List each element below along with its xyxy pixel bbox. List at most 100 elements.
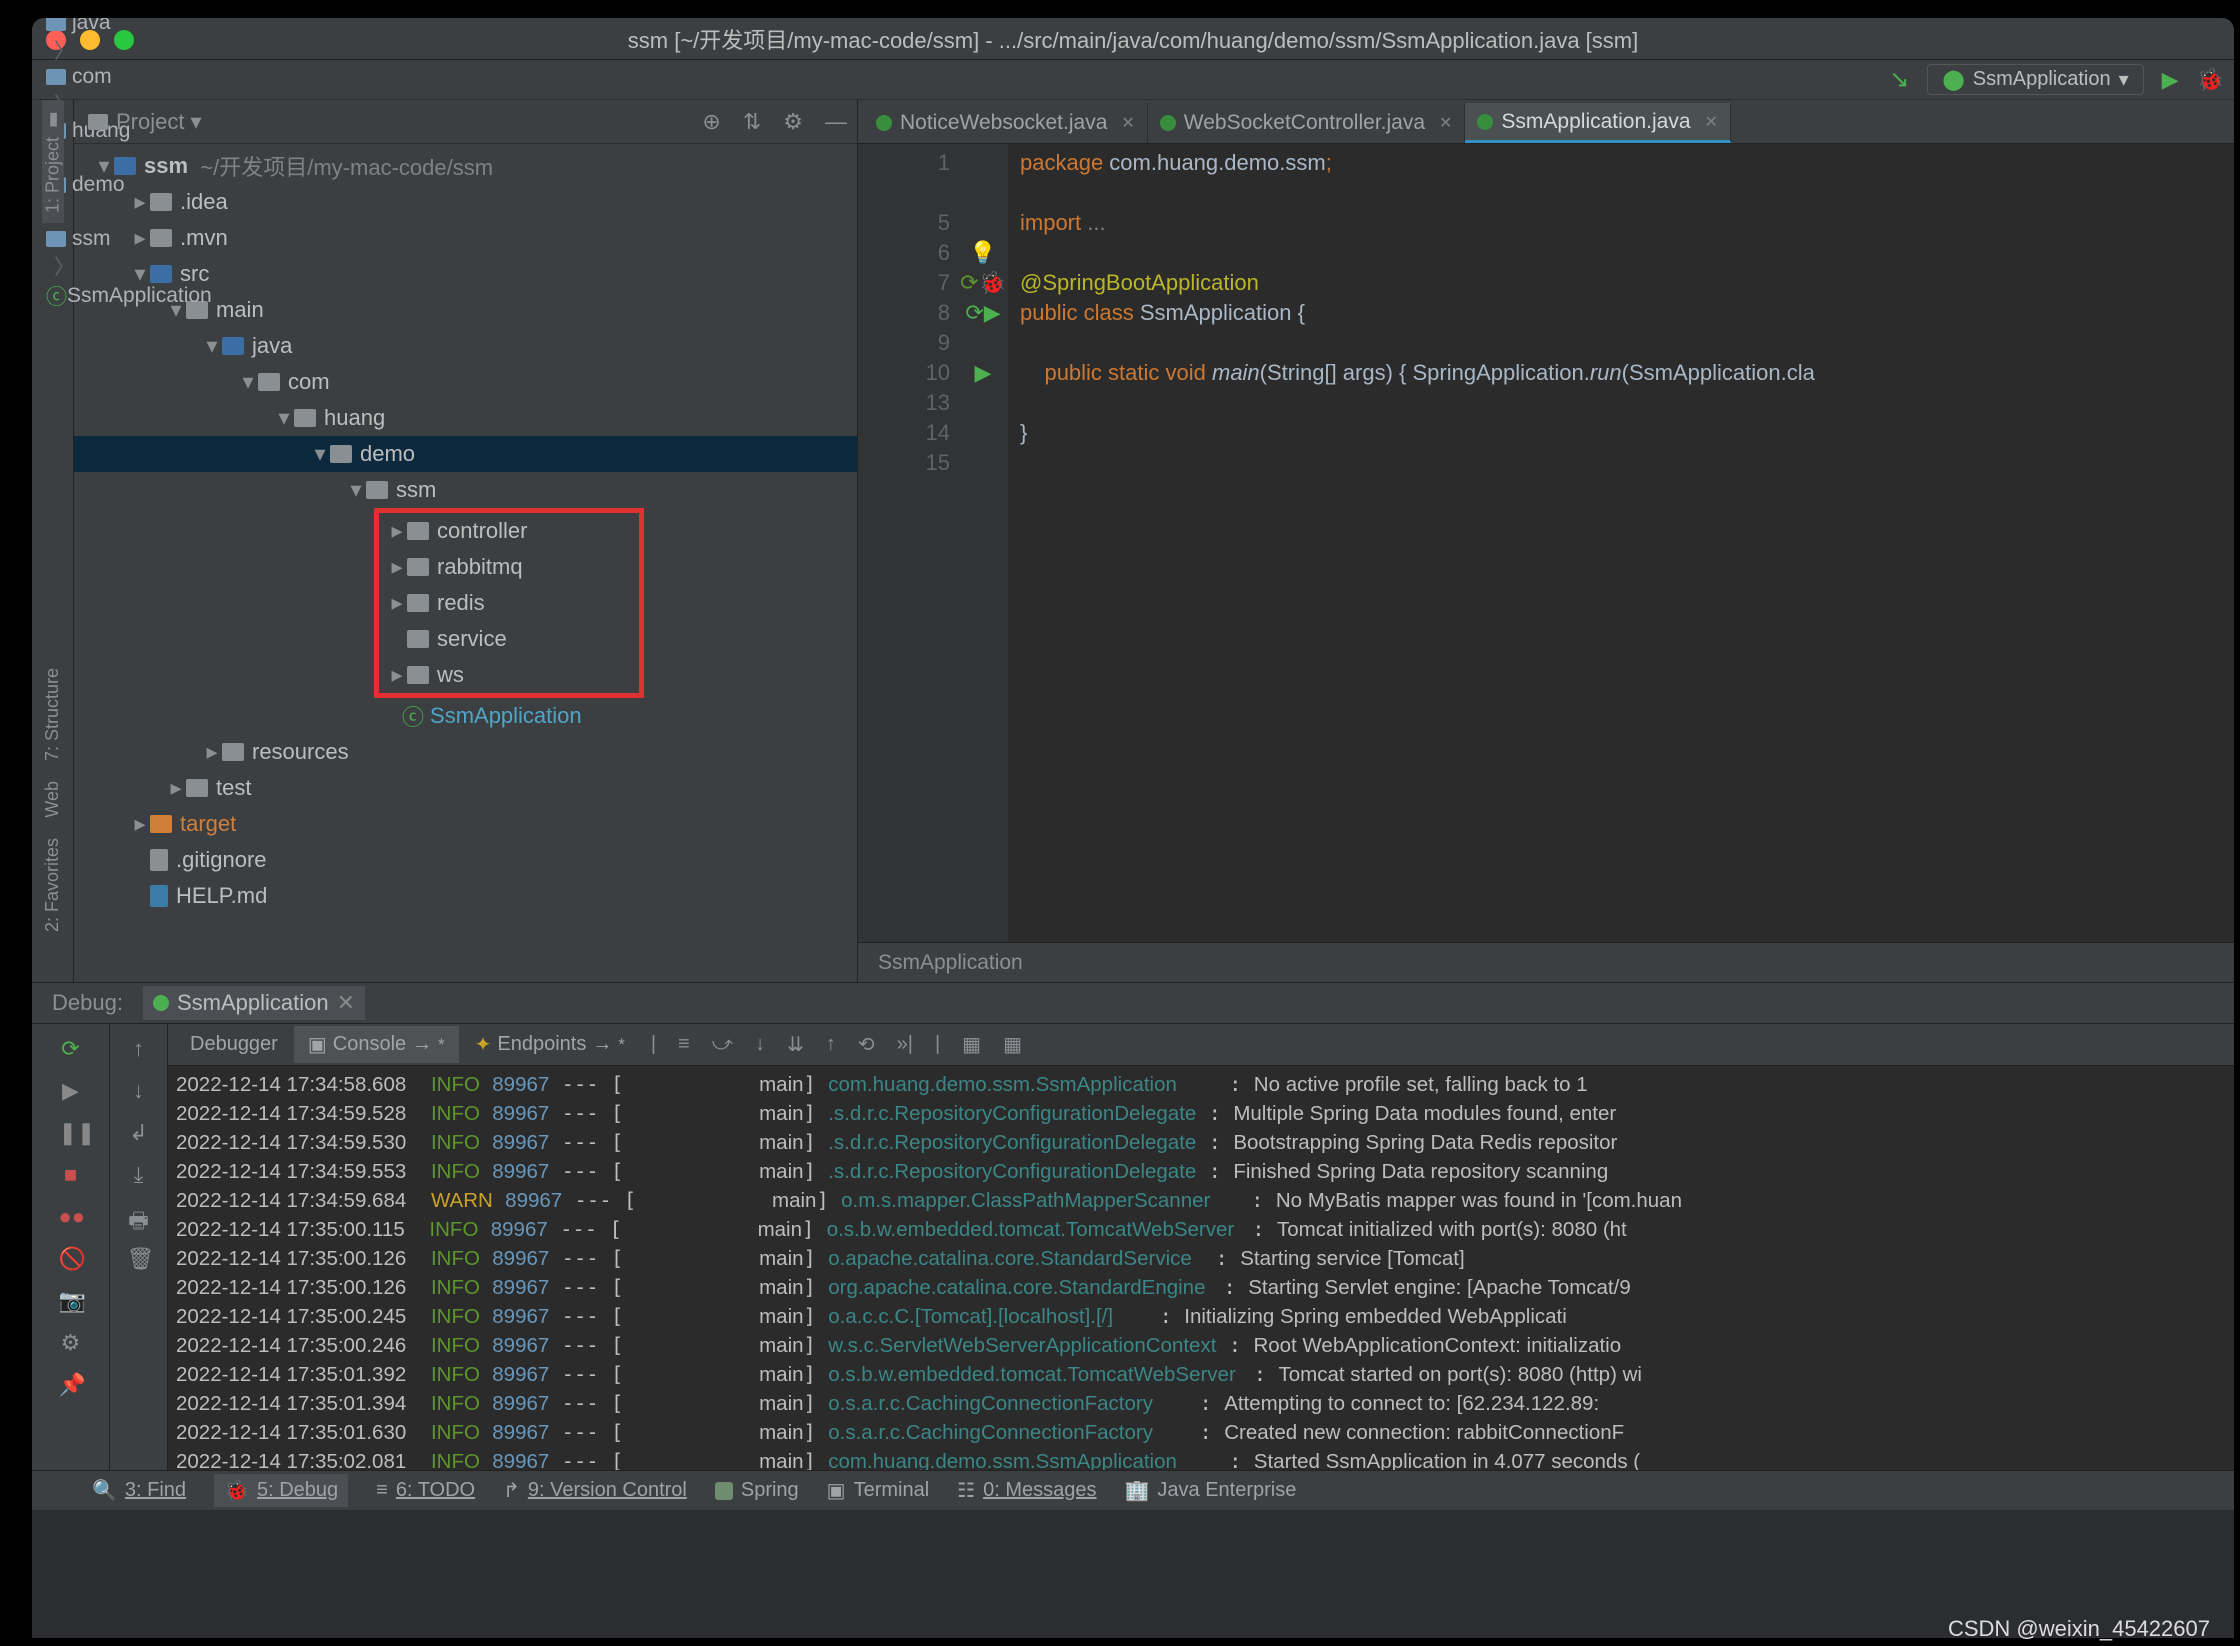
drop-frame-icon[interactable]: ⟲ (848, 1032, 885, 1057)
stop-icon[interactable]: ■ (59, 1162, 83, 1186)
tree-item[interactable]: rabbitmq (437, 554, 523, 580)
window-title: ssm [~/开发项目/my-mac-code/ssm] - .../src/m… (628, 23, 1638, 55)
editor-status: SsmApplication (858, 942, 2234, 982)
target-icon[interactable]: ⊕ (702, 109, 720, 135)
close-icon[interactable]: ✕ (1705, 112, 1718, 132)
console-output[interactable]: 2022-12-14 17:34:58.608 INFO 89967 --- [… (168, 1066, 2234, 1470)
tree-item[interactable]: test (216, 775, 251, 801)
tab-debug[interactable]: 🐞 5: Debug (214, 1474, 348, 1507)
collapse-icon[interactable]: ⇅ (743, 109, 761, 135)
pin-icon[interactable]: 📌 (59, 1372, 83, 1396)
folder-icon (258, 373, 280, 391)
file-icon (150, 885, 168, 907)
run-to-cursor-icon[interactable]: »| (887, 1033, 923, 1056)
breakpoints-icon[interactable]: ●● (59, 1204, 83, 1228)
calc-icon[interactable]: ▦ (952, 1032, 991, 1057)
crumb[interactable]: com (46, 65, 212, 89)
scroll-icon[interactable]: ⤓ (127, 1162, 151, 1186)
editor-tab[interactable]: WebSocketController.java✕ (1148, 103, 1466, 143)
tree-item[interactable]: huang (324, 405, 385, 431)
editor-body[interactable]: 15678910131415 💡⟳🐞⟳▶▶ package com.huang.… (858, 144, 2234, 942)
tree-item[interactable]: target (180, 811, 236, 837)
tree-root-path: ~/开发项目/my-mac-code/ssm (200, 150, 493, 182)
editor-tab[interactable]: NoticeWebsocket.java✕ (864, 103, 1148, 143)
tree-item[interactable]: ssm (396, 477, 436, 503)
more-icon[interactable]: ▦ (993, 1032, 1032, 1057)
close-icon[interactable]: ✕ (1121, 113, 1134, 133)
step-icon[interactable]: ≡ (668, 1033, 700, 1056)
tab-project[interactable]: 1: Project ▮ (42, 100, 64, 223)
tab-java-enterprise[interactable]: 🏢 Java Enterprise (1124, 1478, 1296, 1503)
tab-web[interactable]: Web (42, 771, 63, 828)
tab-console[interactable]: ▣Console →* (294, 1026, 459, 1063)
wrap-icon[interactable]: ↲ (127, 1120, 151, 1144)
breadcrumb[interactable]: ssm〉src〉main〉java〉com〉huang〉demo〉ssm〉ⓒ S… (32, 60, 2234, 100)
close-icon[interactable]: ✕ (1439, 113, 1452, 133)
tab-todo[interactable]: ≡ 6: TODO (376, 1479, 475, 1502)
project-header[interactable]: Project ▾ ⊕ ⇅ ⚙ — (74, 100, 857, 144)
pause-icon[interactable]: ❚❚ (59, 1120, 83, 1144)
tree-item[interactable]: ws (437, 662, 464, 688)
tab-structure[interactable]: 7: Structure (42, 658, 63, 771)
resume-icon[interactable]: ▶ (59, 1078, 83, 1102)
editor-tab-active[interactable]: SsmApplication.java✕ (1465, 103, 1731, 143)
endpoints-icon: ✦ (475, 1032, 492, 1057)
tab-find[interactable]: 🔍 3: Find (92, 1478, 186, 1503)
gear-icon[interactable]: ⚙ (783, 109, 803, 135)
hide-icon[interactable]: — (825, 109, 847, 135)
trash-icon[interactable]: 🗑 (127, 1246, 151, 1270)
tree-item[interactable]: demo (360, 441, 415, 467)
debug-label: Debug: (52, 990, 123, 1016)
watermark: CSDN @weixin_45422607 (1948, 1616, 2210, 1642)
code[interactable]: package com.huang.demo.ssm; import ... @… (1008, 144, 2234, 942)
tab-favorites[interactable]: 2: Favorites (42, 828, 63, 942)
tab-terminal[interactable]: ▣ Terminal (827, 1478, 929, 1503)
crumb[interactable]: ssm (46, 227, 212, 251)
up-icon[interactable]: ↑ (127, 1036, 151, 1060)
debug-session-tab[interactable]: SsmApplication✕ (143, 986, 365, 1020)
close-icon[interactable]: ✕ (337, 990, 355, 1016)
camera-icon[interactable]: 📷 (59, 1288, 83, 1312)
folder-icon (150, 815, 172, 833)
tab-endpoints[interactable]: ✦Endpoints →* (461, 1026, 639, 1063)
step-out-icon[interactable]: ↑ (816, 1033, 846, 1056)
crumb[interactable]: demo (46, 173, 212, 197)
tree-item[interactable]: service (437, 626, 507, 652)
folder-icon (366, 481, 388, 499)
debug-panel: ⟳ ▶ ❚❚ ■ ●● 🚫 📷 ⚙ 📌 ↑ ↓ ↲ ⤓ 🖶 🗑 Debugger… (32, 1024, 2234, 1470)
mute-icon[interactable]: 🚫 (59, 1246, 83, 1270)
tree-item[interactable]: main (216, 297, 264, 323)
run-icon[interactable]: ▶ (2162, 67, 2179, 93)
tree-item[interactable]: HELP.md (176, 883, 267, 909)
tree-item[interactable]: .gitignore (176, 847, 267, 873)
tree-item[interactable]: com (288, 369, 330, 395)
rerun-icon[interactable]: ⟳ (59, 1036, 83, 1060)
tree-item[interactable]: redis (437, 590, 485, 616)
tree-item[interactable]: SsmApplication (430, 703, 582, 729)
run-config-label: SsmApplication (1973, 68, 2111, 91)
tree-item[interactable]: resources (252, 739, 349, 765)
build-icon[interactable]: ↘ (1889, 65, 1909, 94)
folder-icon: ▮ (42, 110, 64, 131)
debug-icon[interactable]: 🐞 (2197, 67, 2224, 93)
folder-icon (186, 779, 208, 797)
tab-messages[interactable]: ☷ 0: Messages (957, 1478, 1096, 1503)
folder-icon (294, 409, 316, 427)
down-icon[interactable]: ↓ (127, 1078, 151, 1102)
step-over-icon[interactable]: ⤻ (702, 1033, 743, 1056)
divider-icon: | (641, 1033, 666, 1056)
crumb[interactable]: ⓒ SsmApplication (46, 281, 212, 311)
print-icon[interactable]: 🖶 (127, 1204, 151, 1228)
settings-icon[interactable]: ⚙ (59, 1330, 83, 1354)
tree-item[interactable]: controller (437, 518, 527, 544)
class-icon (1477, 114, 1493, 130)
crumb[interactable]: java (46, 18, 212, 35)
tree-item[interactable]: java (252, 333, 292, 359)
tab-debugger[interactable]: Debugger (176, 1027, 292, 1062)
file-icon (150, 849, 168, 871)
tab-vcs[interactable]: ↱ 9: Version Control (503, 1478, 687, 1503)
run-config-selector[interactable]: ⬤ SsmApplication ▾ (1927, 64, 2143, 95)
step-into-icon[interactable]: ↓ (745, 1033, 775, 1056)
tab-spring[interactable]: Spring (715, 1479, 799, 1502)
force-step-icon[interactable]: ⇊ (777, 1032, 814, 1057)
